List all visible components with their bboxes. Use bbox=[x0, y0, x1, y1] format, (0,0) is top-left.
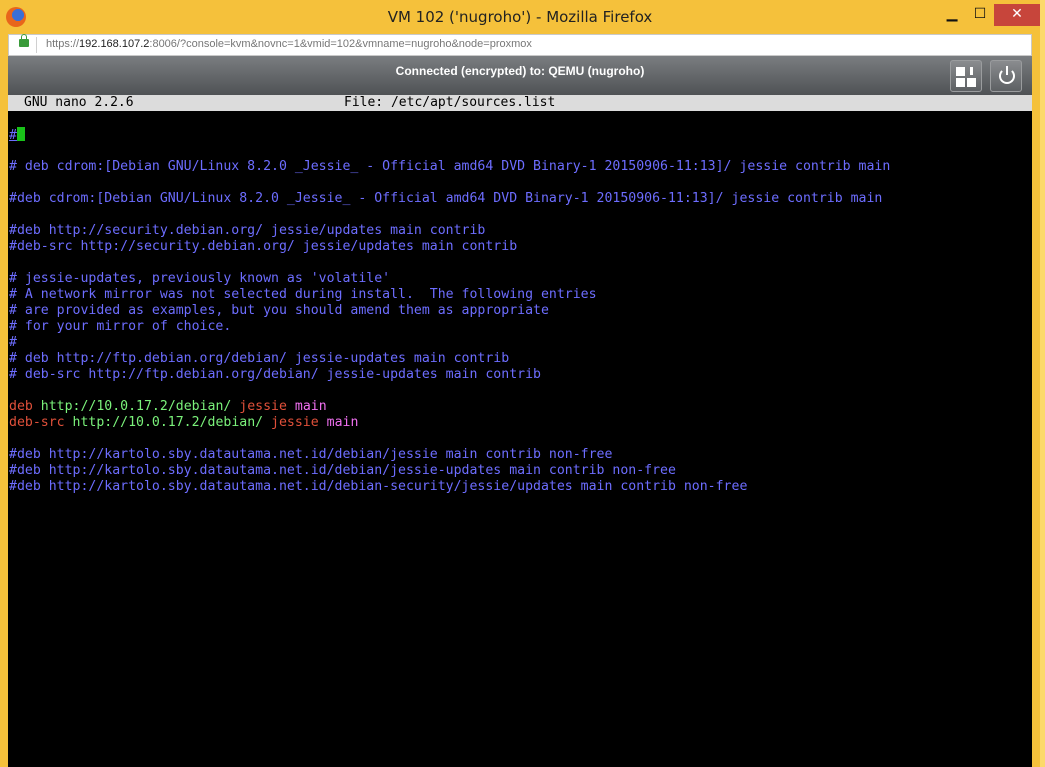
console-toolbar: Connected (encrypted) to: QEMU (nugroho) bbox=[8, 56, 1032, 95]
line-text: # deb http://ftp.debian.org/debian/ jess… bbox=[9, 351, 510, 366]
line-text: # bbox=[9, 335, 17, 350]
vm-console[interactable]: GNU nano 2.2.6 File: /etc/apt/sources.li… bbox=[8, 95, 1032, 767]
editor-line: #deb http://kartolo.sby.datautama.net.id… bbox=[9, 447, 1029, 463]
send-keys-button[interactable] bbox=[950, 60, 982, 92]
editor-line: #deb http://kartolo.sby.datautama.net.id… bbox=[9, 463, 1029, 479]
title-bar: VM 102 ('nugroho') - Mozilla Firefox ▁ ☐… bbox=[0, 0, 1040, 34]
power-icon bbox=[999, 66, 1015, 84]
nano-header: GNU nano 2.2.6 File: /etc/apt/sources.li… bbox=[8, 95, 1032, 111]
window-title: VM 102 ('nugroho') - Mozilla Firefox bbox=[387, 8, 653, 26]
power-button[interactable] bbox=[990, 60, 1022, 92]
line-text: # A network mirror was not selected duri… bbox=[9, 287, 597, 302]
editor-line: #deb cdrom:[Debian GNU/Linux 8.2.0 _Jess… bbox=[9, 191, 1029, 207]
source-url: http://10.0.17.2/debian/ bbox=[72, 415, 264, 430]
minimize-button[interactable]: ▁ bbox=[938, 4, 966, 26]
close-button[interactable]: ✕ bbox=[994, 4, 1040, 26]
editor-line: # deb-src http://ftp.debian.org/debian/ … bbox=[9, 367, 1029, 383]
source-kw: deb-src bbox=[9, 415, 65, 430]
address-bar[interactable]: https://192.168.107.2:8006/?console=kvm&… bbox=[8, 34, 1032, 56]
editor-line: # bbox=[9, 127, 1029, 143]
editor-line: # jessie-updates, previously known as 'v… bbox=[9, 271, 1029, 287]
source-comp: main bbox=[326, 415, 359, 430]
editor-line: deb http://10.0.17.2/debian/ jessie main bbox=[9, 399, 1029, 415]
maximize-button[interactable]: ☐ bbox=[966, 4, 994, 26]
lock-icon[interactable] bbox=[19, 34, 29, 47]
url-divider bbox=[36, 37, 37, 53]
url-host: 192.168.107.2 bbox=[79, 38, 150, 50]
source-dist: jessie bbox=[271, 415, 319, 430]
nano-filename: File: /etc/apt/sources.list bbox=[344, 95, 556, 110]
text-cursor bbox=[16, 127, 25, 141]
editor-line: #deb http://kartolo.sby.datautama.net.id… bbox=[9, 479, 1029, 495]
editor-line: #deb http://security.debian.org/ jessie/… bbox=[9, 223, 1029, 239]
line-text: # for your mirror of choice. bbox=[9, 319, 232, 334]
nano-version: GNU nano 2.2.6 bbox=[24, 95, 134, 110]
browser-window: VM 102 ('nugroho') - Mozilla Firefox ▁ ☐… bbox=[0, 0, 1040, 767]
connection-status: Connected (encrypted) to: QEMU (nugroho) bbox=[395, 64, 645, 78]
line-text: #deb http://kartolo.sby.datautama.net.id… bbox=[9, 447, 613, 462]
editor-line: deb-src http://10.0.17.2/debian/ jessie … bbox=[9, 415, 1029, 431]
source-dist: jessie bbox=[239, 399, 287, 414]
editor-line: # A network mirror was not selected duri… bbox=[9, 287, 1029, 303]
line-text: #deb http://security.debian.org/ jessie/… bbox=[9, 223, 486, 238]
line-text: # are provided as examples, but you shou… bbox=[9, 303, 549, 318]
line-text: #deb cdrom:[Debian GNU/Linux 8.2.0 _Jess… bbox=[9, 191, 883, 206]
url-rest: :8006/?console=kvm&novnc=1&vmid=102&vmna… bbox=[149, 38, 532, 50]
send-keys-icon bbox=[956, 67, 978, 87]
editor-line: # are provided as examples, but you shou… bbox=[9, 303, 1029, 319]
url-prefix: https:// bbox=[46, 38, 80, 50]
source-kw: deb bbox=[9, 399, 33, 414]
source-comp: main bbox=[294, 399, 327, 414]
editor-line: #deb-src http://security.debian.org/ jes… bbox=[9, 239, 1029, 255]
line-text: #deb-src http://security.debian.org/ jes… bbox=[9, 239, 518, 254]
line-text: # bbox=[9, 128, 17, 143]
url-text[interactable]: https://192.168.107.2:8006/?console=kvm&… bbox=[46, 38, 532, 50]
editor-line: # for your mirror of choice. bbox=[9, 319, 1029, 335]
line-text: # jessie-updates, previously known as 'v… bbox=[9, 271, 391, 286]
editor-line: # deb http://ftp.debian.org/debian/ jess… bbox=[9, 351, 1029, 367]
editor-line: # bbox=[9, 335, 1029, 351]
editor-buffer[interactable]: # # deb cdrom:[Debian GNU/Linux 8.2.0 _Je… bbox=[9, 127, 1029, 495]
line-text: # deb cdrom:[Debian GNU/Linux 8.2.0 _Jes… bbox=[9, 159, 891, 174]
source-url: http://10.0.17.2/debian/ bbox=[40, 399, 232, 414]
editor-line: # deb cdrom:[Debian GNU/Linux 8.2.0 _Jes… bbox=[9, 159, 1029, 175]
line-text: #deb http://kartolo.sby.datautama.net.id… bbox=[9, 463, 676, 478]
line-text: # deb-src http://ftp.debian.org/debian/ … bbox=[9, 367, 541, 382]
line-text: #deb http://kartolo.sby.datautama.net.id… bbox=[9, 479, 748, 494]
